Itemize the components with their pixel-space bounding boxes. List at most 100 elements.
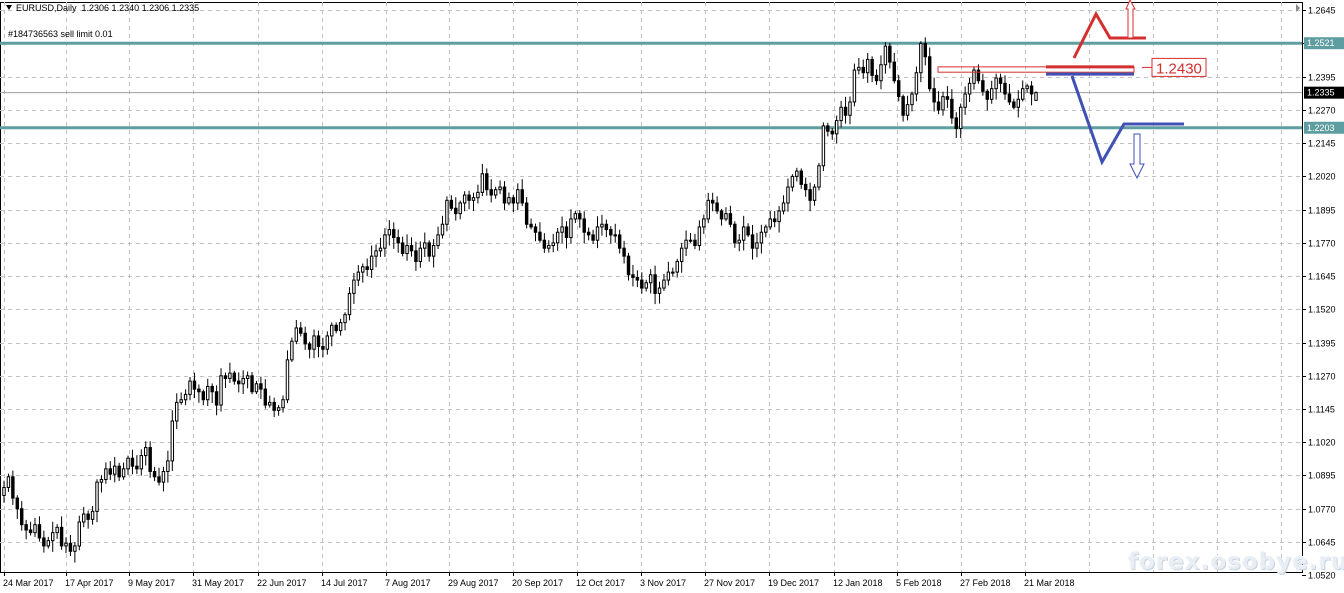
candle-bear bbox=[954, 117, 958, 130]
candle-bear bbox=[1007, 93, 1012, 103]
candle-bear bbox=[622, 247, 626, 257]
candle-bear bbox=[392, 229, 396, 239]
candle-bull bbox=[994, 77, 998, 90]
x-tick-label: 14 Jul 2017 bbox=[321, 578, 368, 588]
order-label: #184736563 sell limit 0.01 bbox=[8, 29, 113, 39]
candle-bull bbox=[445, 199, 449, 225]
candle-bull bbox=[2, 486, 6, 496]
candle-bull bbox=[755, 242, 759, 249]
candle-bull bbox=[440, 223, 445, 236]
candle-bull bbox=[1016, 98, 1021, 108]
candle-bull bbox=[188, 380, 192, 395]
candle-bear bbox=[214, 391, 219, 406]
candle-bull bbox=[786, 186, 790, 204]
x-tick-label: 5 Feb 2018 bbox=[896, 578, 942, 588]
candle-bull bbox=[325, 335, 330, 350]
candle-bull bbox=[958, 106, 963, 130]
candle-bear bbox=[843, 106, 848, 116]
candle-bull bbox=[963, 93, 967, 108]
candle-bear bbox=[59, 526, 64, 547]
candle-bear bbox=[259, 383, 263, 390]
candle-bull bbox=[330, 324, 334, 337]
candle-bull bbox=[812, 186, 817, 201]
y-tick-label: 1.0770 bbox=[1308, 505, 1336, 515]
candle-bull bbox=[671, 271, 675, 274]
candle-bear bbox=[520, 189, 524, 204]
candle-bear bbox=[28, 529, 33, 534]
candle-bull bbox=[352, 279, 356, 294]
candle-bull bbox=[967, 82, 972, 95]
candle-bear bbox=[19, 508, 24, 526]
candle-bull bbox=[507, 197, 511, 204]
candle-bull bbox=[51, 532, 55, 542]
candle-bull bbox=[706, 199, 710, 220]
candle-bull bbox=[104, 468, 108, 480]
candle-bear bbox=[502, 186, 507, 204]
candle-bear bbox=[591, 234, 595, 241]
candle-bear bbox=[396, 237, 400, 244]
candle-bear bbox=[609, 229, 613, 236]
x-tick-label: 31 May 2017 bbox=[192, 578, 244, 588]
candle-bear bbox=[15, 497, 20, 510]
candle-bull bbox=[857, 66, 861, 71]
y-tick-label: 1.1645 bbox=[1308, 272, 1336, 282]
candle-bull bbox=[724, 213, 728, 220]
candle-bull bbox=[436, 234, 440, 247]
candle-bear bbox=[449, 199, 454, 209]
candle-bull bbox=[613, 234, 617, 237]
candle-bear bbox=[201, 391, 206, 401]
candle-bear bbox=[586, 231, 591, 236]
support-level-label: 1.2203 bbox=[1307, 123, 1335, 133]
candle-layer bbox=[2, 37, 1038, 563]
candle-bear bbox=[710, 199, 715, 204]
candle-bull bbox=[73, 545, 77, 552]
candle-bear bbox=[485, 173, 489, 191]
candle-bull bbox=[383, 234, 387, 249]
dropdown-triangle-icon[interactable] bbox=[6, 5, 12, 10]
candle-bull bbox=[547, 245, 551, 249]
chart-svg: 1.2430 1.26451.25201.23951.22701.21451.2… bbox=[0, 0, 1344, 588]
candle-bear bbox=[409, 245, 414, 252]
candle-bear bbox=[42, 537, 46, 547]
candle-bull bbox=[516, 189, 520, 204]
candle-bull bbox=[883, 45, 888, 66]
x-tick-label: 21 Mar 2018 bbox=[1024, 578, 1075, 588]
candle-bull bbox=[121, 468, 126, 478]
candle-bull bbox=[6, 476, 11, 488]
candle-bull bbox=[405, 245, 409, 255]
candle-bull bbox=[431, 245, 436, 257]
candle-bear bbox=[803, 183, 808, 191]
candle-bear bbox=[108, 468, 113, 475]
candle-bear bbox=[237, 380, 241, 385]
candle-bear bbox=[896, 80, 901, 98]
y-tick-label: 1.2645 bbox=[1308, 6, 1336, 16]
candle-bull bbox=[281, 399, 285, 409]
candle-bull bbox=[777, 210, 781, 223]
candle-bull bbox=[848, 101, 852, 116]
ohlc-values: 1.2306 1.2340 1.2306 1.2335 bbox=[81, 3, 200, 13]
candle-bull bbox=[781, 202, 786, 212]
candle-bull bbox=[839, 106, 843, 122]
candle-bull bbox=[595, 226, 600, 241]
candle-bear bbox=[888, 45, 892, 63]
candle-bear bbox=[932, 88, 936, 103]
candle-bear bbox=[604, 223, 609, 231]
candle-bull bbox=[493, 189, 498, 196]
candle-bull bbox=[170, 420, 175, 462]
candle-bull bbox=[206, 385, 210, 401]
x-tick-label: 3 Nov 2017 bbox=[640, 578, 686, 588]
candle-bull bbox=[183, 393, 188, 401]
annot-layer: 1.2430 bbox=[937, 0, 1207, 180]
y-tick-label: 1.1520 bbox=[1308, 305, 1336, 315]
candle-bear bbox=[750, 234, 755, 249]
candle-bear bbox=[197, 388, 201, 393]
candle-bull bbox=[768, 218, 772, 228]
tag-layer: 1.2521 1.2203 1.2335 bbox=[1304, 37, 1344, 134]
candle-bear bbox=[307, 343, 312, 350]
candle-bear bbox=[316, 335, 321, 348]
candle-bear bbox=[86, 513, 90, 520]
candle-bear bbox=[250, 375, 254, 393]
candle-bear bbox=[454, 207, 458, 215]
candle-bull bbox=[361, 266, 365, 273]
candle-bear bbox=[157, 476, 161, 483]
